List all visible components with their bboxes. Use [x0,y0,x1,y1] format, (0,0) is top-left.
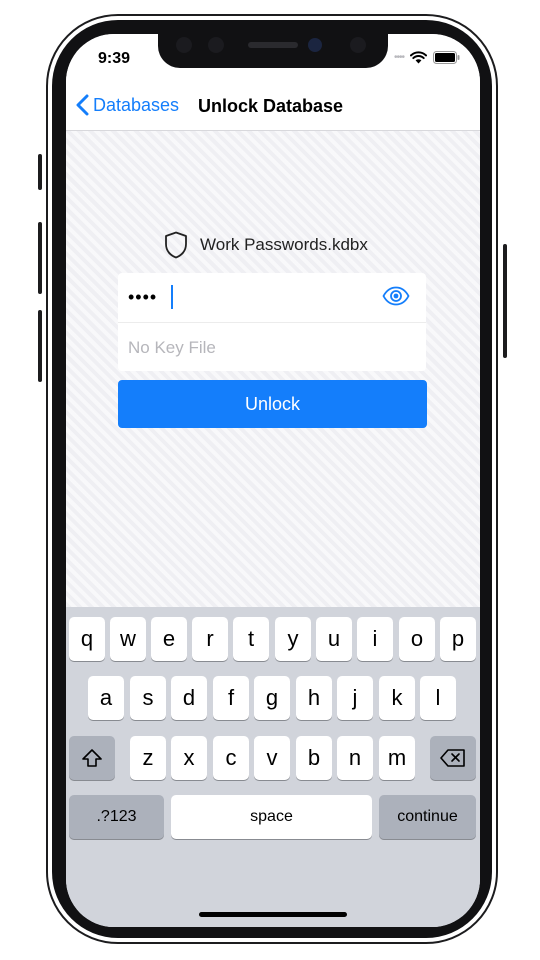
shift-key[interactable] [69,736,115,780]
shift-icon [82,749,102,767]
unlock-form-area: Work Passwords.kdbx •••• No Key File Unl… [66,131,480,607]
key-b[interactable]: b [296,736,332,780]
unlock-button[interactable]: Unlock [118,380,427,428]
chevron-left-icon [76,94,89,116]
page-title: Unlock Database [198,96,344,116]
text-caret [171,285,173,309]
backspace-key[interactable] [430,736,476,780]
key-q[interactable]: q [69,617,105,661]
sensor [176,37,192,53]
cellular-signal-icon: •••• [393,52,405,63]
back-button[interactable]: Databases [76,94,179,116]
password-field[interactable]: •••• [118,273,426,323]
database-filename: Work Passwords.kdbx [200,235,368,254]
key-e[interactable]: e [151,617,187,661]
key-r[interactable]: r [192,617,228,661]
screen: 9:39 •••• Databases Unlock Database Work… [66,34,480,927]
power-button [503,244,507,358]
volume-down-button [38,310,42,382]
notch [158,34,388,68]
password-masked-value: •••• [128,287,158,307]
show-password-button[interactable] [382,286,410,311]
speaker [248,42,298,48]
shield-icon [165,231,187,259]
key-z[interactable]: z [130,736,166,780]
volume-up-button [38,222,42,294]
key-t[interactable]: t [233,617,269,661]
key-n[interactable]: n [337,736,373,780]
sensor [350,37,366,53]
key-k[interactable]: k [379,676,415,720]
mute-switch [38,154,42,190]
keyboard: q w e r t y u i o p a s d f g h j k l z … [66,607,480,927]
key-y[interactable]: y [275,617,311,661]
key-i[interactable]: i [357,617,393,661]
key-l[interactable]: l [420,676,456,720]
key-x[interactable]: x [171,736,207,780]
key-w[interactable]: w [110,617,146,661]
key-p[interactable]: p [440,617,476,661]
key-j[interactable]: j [337,676,373,720]
home-indicator [199,912,347,917]
credentials-card: •••• No Key File [118,273,426,371]
key-u[interactable]: u [316,617,352,661]
key-v[interactable]: v [254,736,290,780]
back-button-label: Databases [93,94,180,115]
backspace-icon [440,749,465,767]
key-a[interactable]: a [88,676,124,720]
key-c[interactable]: c [213,736,249,780]
key-f[interactable]: f [213,676,249,720]
key-h[interactable]: h [296,676,332,720]
battery-icon [433,51,460,64]
wifi-icon [410,51,427,64]
space-key[interactable]: space [171,795,372,839]
status-icons: •••• [394,51,460,64]
key-g[interactable]: g [254,676,290,720]
eye-icon [382,286,410,306]
camera [308,38,322,52]
status-time: 9:39 [98,50,131,67]
sensor [208,37,224,53]
database-header: Work Passwords.kdbx [164,231,368,259]
navigation-bar: Databases Unlock Database [66,82,480,131]
numbers-key[interactable]: .?123 [69,795,164,839]
key-file-placeholder: No Key File [128,338,216,357]
key-m[interactable]: m [379,736,415,780]
key-o[interactable]: o [399,617,435,661]
key-file-selector[interactable]: No Key File [118,323,426,371]
key-s[interactable]: s [130,676,166,720]
continue-key[interactable]: continue [379,795,476,839]
key-d[interactable]: d [171,676,207,720]
